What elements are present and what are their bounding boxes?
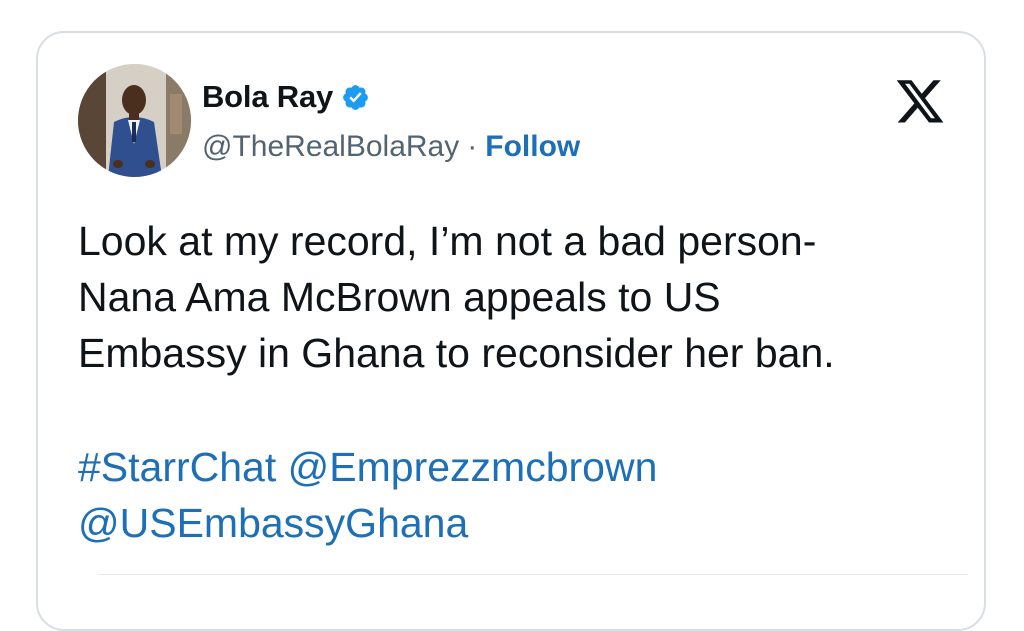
mention-link-usembassyghana[interactable]: @USEmbassyGhana — [78, 500, 468, 546]
avatar[interactable] — [78, 64, 191, 177]
tags-line-2: @USEmbassyGhana — [78, 495, 958, 551]
author-name-row: Bola Ray — [202, 77, 370, 117]
author-handle[interactable]: @TheRealBolaRay — [202, 130, 459, 164]
tags-line-1: #StarrChat @Emprezzmcbrown — [78, 439, 958, 495]
x-logo-icon[interactable] — [894, 79, 946, 127]
follow-button[interactable]: Follow — [485, 130, 580, 164]
separator-dot: · — [467, 130, 478, 163]
verified-badge-icon — [341, 83, 370, 112]
divider — [98, 574, 968, 575]
author-handle-row: @TheRealBolaRay · Follow — [202, 127, 580, 167]
avatar-image — [78, 64, 191, 177]
tweet-tags: #StarrChat @Emprezzmcbrown @USEmbassyGha… — [78, 439, 958, 551]
mention-link-emprezzmcbrown[interactable]: @Emprezzmcbrown — [288, 444, 658, 490]
tweet-line-2: Nana Ama McBrown appeals to US — [78, 274, 721, 320]
tweet-card: Bola Ray @TheRealBolaRay · Follow Look a… — [36, 31, 986, 631]
author-name[interactable]: Bola Ray — [202, 79, 333, 115]
tweet-line-1: Look at my record, I’m not a bad person- — [78, 218, 817, 264]
tweet-line-3: Embassy in Ghana to reconsider her ban. — [78, 330, 835, 376]
tweet-text: Look at my record, I’m not a bad person-… — [78, 213, 958, 381]
hashtag-link[interactable]: #StarrChat — [78, 444, 276, 490]
